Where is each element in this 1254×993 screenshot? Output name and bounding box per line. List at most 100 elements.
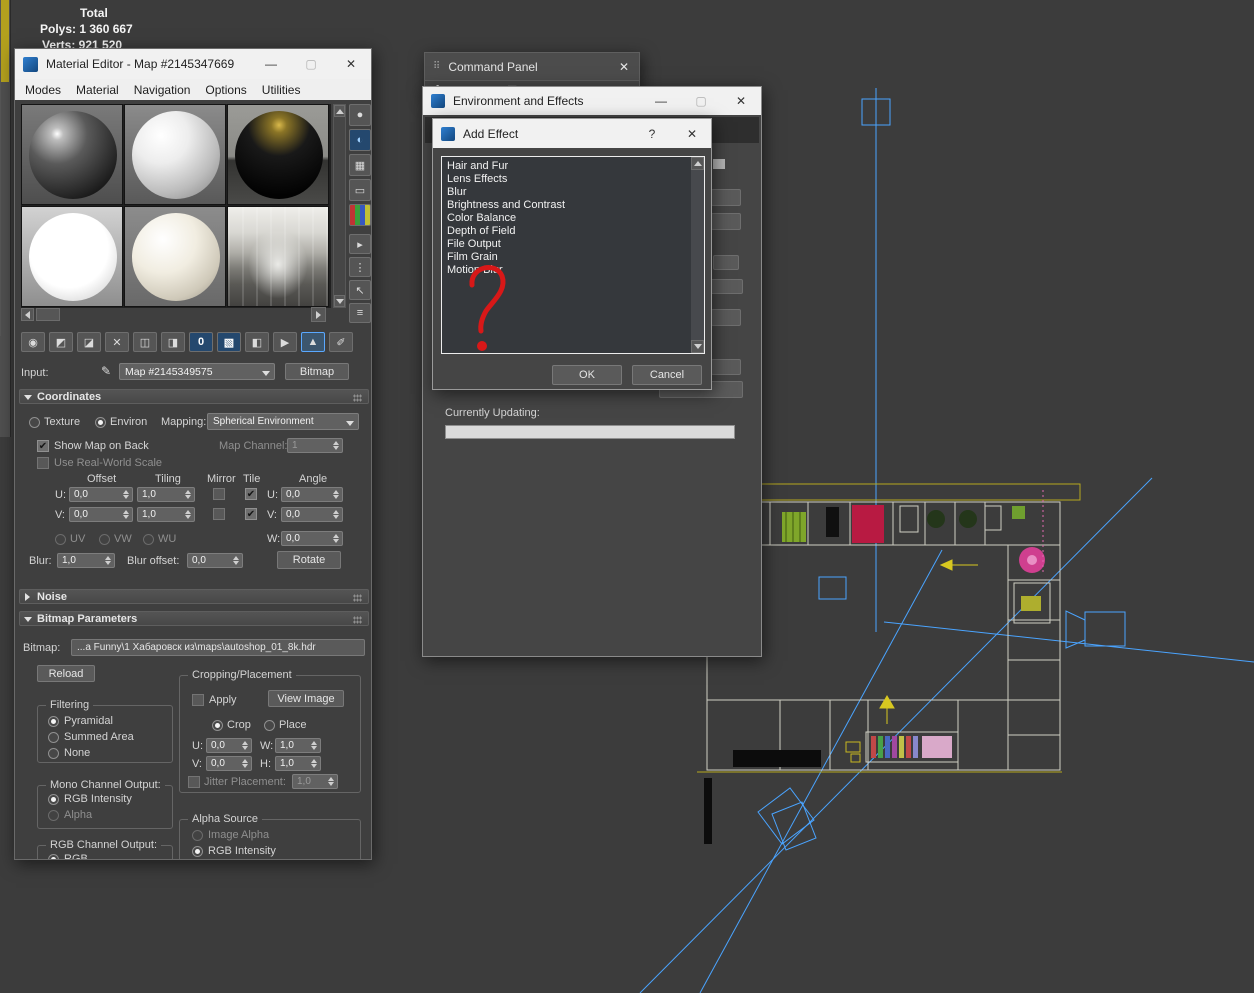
make-preview-icon[interactable]: ▸: [349, 234, 371, 254]
scroll-down-icon[interactable]: [334, 295, 345, 307]
menu-material[interactable]: Material: [76, 83, 119, 97]
crop-radio[interactable]: [212, 720, 223, 731]
image-alpha-radio[interactable]: [192, 830, 203, 841]
alpha-radio[interactable]: [48, 810, 59, 821]
reload-button[interactable]: Reload: [37, 665, 95, 682]
material-sample-slot[interactable]: [124, 104, 226, 205]
wu-radio[interactable]: [143, 534, 154, 545]
offset-u-spinner[interactable]: 0,0: [69, 487, 133, 502]
cancel-button[interactable]: Cancel: [632, 365, 702, 385]
pyramidal-radio[interactable]: [48, 716, 59, 727]
put-material-to-scene-icon[interactable]: ◩: [49, 332, 73, 352]
close-icon[interactable]: ✕: [721, 87, 761, 115]
env-partial-control[interactable]: [711, 213, 741, 230]
menu-modes[interactable]: Modes: [25, 83, 61, 97]
minimize-icon[interactable]: —: [251, 49, 291, 79]
material-sample-slot[interactable]: [21, 104, 123, 205]
map-channel-spinner[interactable]: 1: [287, 438, 343, 453]
material-sample-slot[interactable]: [21, 206, 123, 307]
close-icon[interactable]: ✕: [609, 53, 639, 80]
bitmap-parameters-rollout-header[interactable]: Bitmap Parameters: [19, 611, 369, 626]
blur-offset-spinner[interactable]: 0,0: [187, 553, 243, 568]
sample-type-sphere-icon[interactable]: ●: [349, 104, 371, 126]
none-radio[interactable]: [48, 748, 59, 759]
place-radio[interactable]: [264, 720, 275, 731]
list-scrollbar[interactable]: [691, 157, 704, 353]
env-partial-control[interactable]: [713, 255, 739, 270]
apply-checkbox[interactable]: [192, 694, 204, 706]
sample-vscrollbar[interactable]: [333, 104, 346, 308]
go-to-parent-icon[interactable]: ▲: [301, 332, 325, 352]
material-map-navigator-icon[interactable]: ≡: [349, 303, 371, 323]
angle-v-spinner[interactable]: 0,0: [281, 507, 343, 522]
input-map-dropdown[interactable]: Map #2145349575: [119, 363, 275, 380]
angle-u-spinner[interactable]: 0,0: [281, 487, 343, 502]
effect-item[interactable]: Film Grain: [443, 251, 688, 264]
tile-v-checkbox[interactable]: ✔: [245, 508, 257, 520]
maximize-icon[interactable]: ▢: [681, 87, 721, 115]
assign-material-to-selection-icon[interactable]: ◪: [77, 332, 101, 352]
show-end-result-icon[interactable]: ◧: [245, 332, 269, 352]
angle-w-spinner[interactable]: 0,0: [281, 531, 343, 546]
crop-w-spinner[interactable]: 1,0: [275, 738, 321, 753]
rgb-intensity-radio[interactable]: [48, 794, 59, 805]
menu-utilities[interactable]: Utilities: [262, 83, 301, 97]
effect-item[interactable]: Hair and Fur: [443, 160, 688, 173]
eyedropper-icon[interactable]: ✎: [101, 364, 111, 378]
go-forward-to-sibling-icon[interactable]: ▶: [273, 332, 297, 352]
map-type-button[interactable]: Bitmap: [285, 363, 349, 380]
menu-navigation[interactable]: Navigation: [134, 83, 191, 97]
effect-item[interactable]: File Output: [443, 238, 688, 251]
drag-grip-icon[interactable]: ⠿: [433, 61, 440, 72]
pick-material-from-object-icon[interactable]: ✐: [329, 332, 353, 352]
env-partial-swatch[interactable]: [713, 159, 725, 169]
env-partial-control[interactable]: [711, 359, 741, 375]
material-sample-slot[interactable]: [227, 104, 329, 205]
sample-uv-tiling-icon[interactable]: ▭: [349, 179, 371, 201]
tile-u-checkbox[interactable]: ✔: [245, 488, 257, 500]
maximize-icon[interactable]: ▢: [291, 49, 331, 79]
effect-item[interactable]: Depth of Field: [443, 225, 688, 238]
scroll-up-icon[interactable]: [334, 105, 345, 117]
environment-titlebar[interactable]: Environment and Effects — ▢ ✕: [423, 87, 761, 115]
material-editor-titlebar[interactable]: Material Editor - Map #2145347669 — ▢ ✕: [15, 49, 371, 79]
scroll-down-icon[interactable]: [691, 340, 704, 353]
scroll-left-icon[interactable]: [21, 308, 34, 321]
minimize-icon[interactable]: —: [641, 87, 681, 115]
add-effect-titlebar[interactable]: Add Effect ? ✕: [433, 119, 711, 148]
texture-radio[interactable]: [29, 417, 40, 428]
crop-v-spinner[interactable]: 0,0: [206, 756, 252, 771]
command-panel-titlebar[interactable]: ⠿ Command Panel ✕: [425, 53, 639, 81]
effects-listbox[interactable]: Hair and Fur Lens Effects Blur Brightnes…: [441, 156, 705, 354]
select-by-material-icon[interactable]: ↖: [349, 280, 371, 300]
tiling-v-spinner[interactable]: 1,0: [137, 507, 195, 522]
env-partial-control[interactable]: [711, 309, 741, 326]
rotate-button[interactable]: Rotate: [277, 551, 341, 569]
alpha-rgb-intensity-radio[interactable]: [192, 846, 203, 857]
scroll-thumb[interactable]: [36, 308, 60, 321]
scroll-up-icon[interactable]: [691, 157, 704, 170]
material-id-channel-icon[interactable]: 0: [189, 332, 213, 352]
effect-item[interactable]: Motion Blur: [443, 264, 688, 277]
put-to-library-icon[interactable]: ◨: [161, 332, 185, 352]
material-sample-slot[interactable]: [124, 206, 226, 307]
coordinates-rollout-header[interactable]: Coordinates: [19, 389, 369, 404]
background-icon[interactable]: ▦: [349, 154, 371, 176]
jitter-placement-checkbox[interactable]: [188, 776, 200, 788]
effect-item[interactable]: Blur: [443, 186, 688, 199]
help-icon[interactable]: ?: [631, 119, 673, 148]
rgb-radio[interactable]: [48, 854, 59, 860]
crop-u-spinner[interactable]: 0,0: [206, 738, 252, 753]
use-real-world-scale-checkbox[interactable]: [37, 457, 49, 469]
crop-h-spinner[interactable]: 1,0: [275, 756, 321, 771]
mirror-u-checkbox[interactable]: [213, 488, 225, 500]
tiling-u-spinner[interactable]: 1,0: [137, 487, 195, 502]
options-icon[interactable]: ⋮: [349, 257, 371, 277]
material-sample-slot-bitmap-preview[interactable]: [227, 206, 329, 307]
show-map-on-back-checkbox[interactable]: ✔: [37, 440, 49, 452]
mirror-v-checkbox[interactable]: [213, 508, 225, 520]
ok-button[interactable]: OK: [552, 365, 622, 385]
video-color-check-icon[interactable]: [349, 204, 371, 226]
mapping-dropdown[interactable]: Spherical Environment: [207, 413, 359, 430]
jitter-placement-spinner[interactable]: 1,0: [292, 774, 338, 789]
